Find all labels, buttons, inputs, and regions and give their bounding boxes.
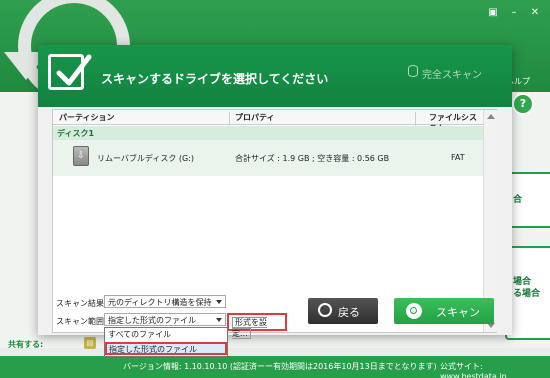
settings-icon[interactable]: ▣ bbox=[486, 6, 500, 20]
footer: バージョン情報: 1.10.10.10 (認証済ーー有効期間は2016年10月1… bbox=[0, 356, 550, 378]
close-icon[interactable]: ✕ bbox=[528, 6, 542, 20]
dialog-title: スキャンするドライブを選択してください bbox=[101, 72, 329, 86]
disk-group-row[interactable]: ディスク1 bbox=[53, 126, 483, 140]
scan-scope-label: スキャン範囲: bbox=[56, 317, 107, 326]
share-icon[interactable]: ▤ bbox=[84, 337, 96, 349]
search-icon bbox=[406, 303, 422, 319]
dropdown-option-all-files[interactable]: すべてのファイル bbox=[105, 328, 227, 341]
bg-card-text: 合 bbox=[513, 195, 523, 205]
drive-name: リムーバブルディスク (G:) bbox=[97, 154, 195, 163]
checkbox-logo-icon bbox=[48, 54, 92, 90]
set-format-button[interactable]: 形式を設定... bbox=[227, 313, 287, 339]
version-info: バージョン情報: 1.10.10.10 (認証済ーー有効期間は2016年10月1… bbox=[123, 362, 437, 371]
bg-card-text: 場合 る場合 bbox=[513, 277, 541, 299]
scan-button[interactable]: スキャン bbox=[394, 298, 494, 324]
column-separator bbox=[229, 112, 230, 127]
share-label: 共有する: bbox=[8, 340, 44, 349]
dialog-header: スキャンするドライブを選択してください 完全スキャン bbox=[38, 45, 512, 107]
table-header: パーティション プロパティ ファイルシステム bbox=[53, 110, 483, 133]
official-site-link[interactable]: 公式サイト: www.bestdata.jp bbox=[440, 361, 550, 378]
full-scan-label[interactable]: 完全スキャン bbox=[422, 66, 482, 81]
minimize-icon[interactable]: – bbox=[507, 6, 521, 20]
back-arrow-icon bbox=[318, 303, 332, 317]
scan-scope-value: 指定した形式のファイル bbox=[108, 316, 196, 325]
drive-properties: 合計サイズ : 1.9 GB ; 空き容量 : 0.56 GB bbox=[235, 154, 390, 163]
scan-scope-select[interactable]: 指定した形式のファイル bbox=[104, 313, 226, 326]
drive-select-dialog: スキャンするドライブを選択してください 完全スキャン パーティション プロパティ… bbox=[38, 45, 512, 339]
scan-result-label: スキャン結果: bbox=[56, 299, 107, 308]
header-property[interactable]: プロパティ bbox=[235, 112, 275, 123]
table-row[interactable]: ⇩ リムーバブルディスク (G:) 合計サイズ : 1.9 GB ; 空き容量 … bbox=[53, 140, 483, 176]
back-button[interactable]: 戻る bbox=[308, 298, 378, 324]
header-partition[interactable]: パーティション bbox=[59, 112, 115, 123]
drive-filesystem: FAT bbox=[451, 153, 465, 162]
back-label: 戻る bbox=[338, 306, 360, 319]
scan-result-value: 元のディレクトリ構造を保持 bbox=[108, 298, 212, 307]
chevron-down-icon bbox=[216, 300, 222, 304]
column-separator bbox=[415, 112, 416, 127]
scroll-up-icon[interactable] bbox=[487, 114, 495, 119]
usb-drive-icon: ⇩ bbox=[73, 146, 89, 166]
scan-scope-dropdown: すべてのファイル 指定した形式のファイル bbox=[104, 327, 228, 357]
help-icon[interactable]: ? bbox=[512, 93, 534, 115]
scan-result-select[interactable]: 元のディレクトリ構造を保持 bbox=[104, 295, 226, 308]
chevron-down-icon bbox=[216, 318, 222, 322]
dropdown-option-specified-format[interactable]: 指定した形式のファイル bbox=[105, 342, 227, 355]
scan-label: スキャン bbox=[436, 306, 480, 319]
database-icon bbox=[408, 65, 418, 77]
